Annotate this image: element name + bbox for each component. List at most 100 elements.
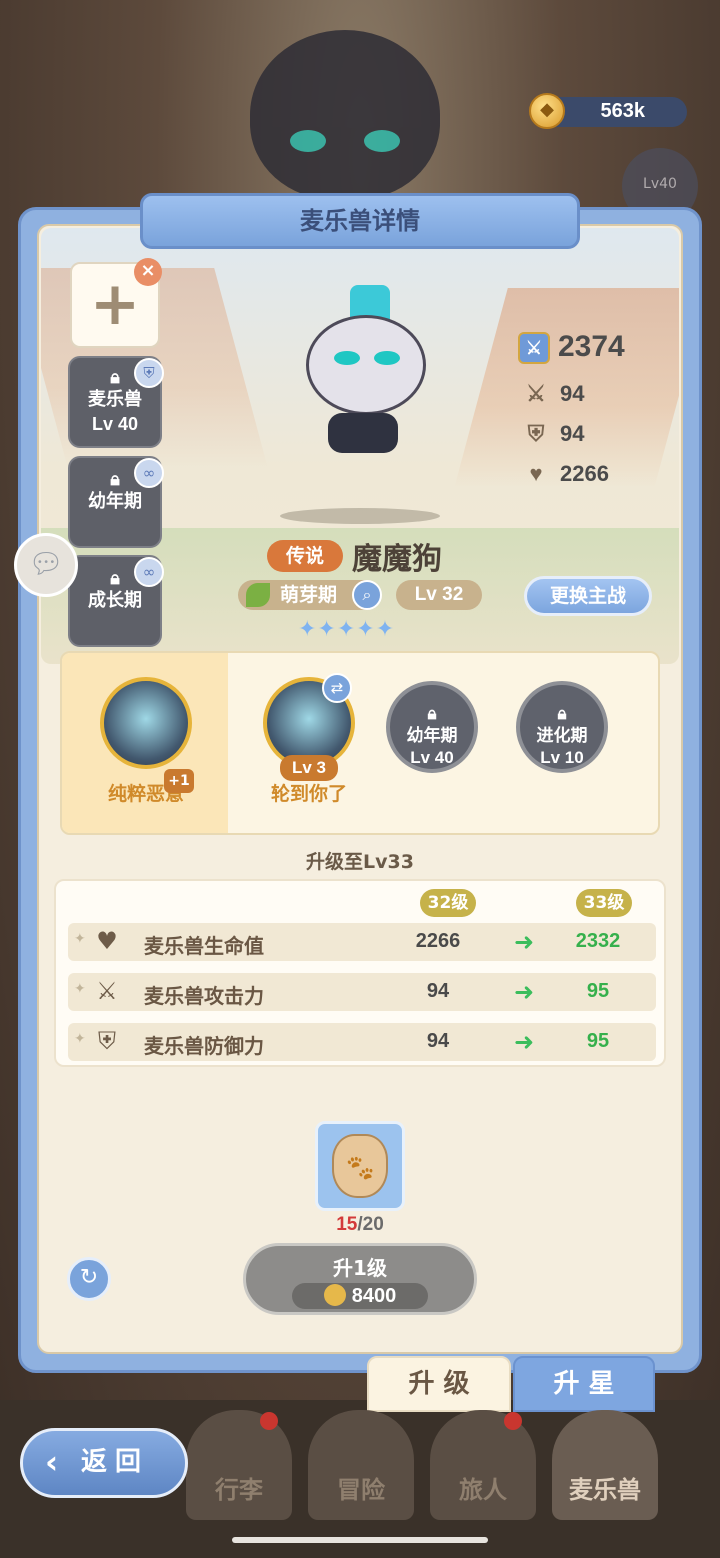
nav-bag-label: 行李	[215, 1476, 263, 1504]
defense-value: 94	[560, 421, 585, 446]
nav-adventure-label: 冒险	[337, 1476, 385, 1504]
paw-bag-icon: 🐾︎	[332, 1134, 388, 1198]
combat-power-value: 2374	[558, 330, 625, 363]
hp-stat: ♥ 2266	[522, 461, 609, 487]
chat-icon[interactable]: 💬︎	[14, 533, 78, 597]
stat-to: 95	[586, 1030, 610, 1052]
shield-icon: ⛨	[98, 1027, 116, 1055]
rarity-badge: 传说	[267, 540, 343, 572]
sparkle-icon: ✦	[74, 1031, 86, 1047]
upgrade-cost-value: 8400	[351, 1285, 397, 1307]
swap-main-button[interactable]: 更换主战	[524, 576, 652, 616]
arrow-right-icon: ➜	[514, 928, 535, 956]
locked-skill-level: Lv 40	[410, 748, 454, 767]
slot-label: 幼年期	[88, 491, 142, 512]
nav-pets[interactable]: 麦乐兽	[552, 1410, 658, 1520]
shield-icon: ⛨	[527, 421, 545, 446]
background-monster	[250, 30, 440, 200]
stat-name: 麦乐兽生命值	[144, 934, 264, 958]
heart-icon: ♥	[96, 927, 118, 955]
home-indicator[interactable]	[232, 1537, 488, 1543]
close-icon[interactable]: ×	[134, 258, 162, 286]
slot-label: 成长期	[88, 590, 142, 611]
skill-plus-badge: +1	[164, 769, 194, 793]
nav-adventure[interactable]: 冒险	[308, 1410, 414, 1520]
coin-amount: 563k	[600, 100, 646, 122]
sparkle-icon: ✦	[74, 981, 86, 997]
from-level-tag: 32级	[420, 889, 476, 917]
back-label: 返回	[81, 1447, 150, 1477]
link-icon: ∞	[134, 458, 164, 488]
tab-upgrade[interactable]: 升 级	[367, 1356, 511, 1412]
item-count: 15/20	[310, 1214, 410, 1236]
pet-name: 魔魔狗	[352, 542, 442, 577]
locked-skill-icon: 🔒︎ 幼年期 Lv 40	[386, 681, 478, 773]
heart-icon: ♥	[529, 461, 543, 486]
locked-skill-level: Lv 10	[540, 748, 584, 767]
hp-value: 2266	[560, 461, 609, 486]
stat-from: 94	[426, 1030, 450, 1052]
slot-label: 麦乐兽	[88, 389, 142, 410]
arrow-right-icon: ➜	[514, 978, 535, 1006]
skill-label: 轮到你了	[270, 783, 347, 805]
item-have: 15	[336, 1214, 358, 1235]
lock-icon: 🔒︎	[427, 704, 437, 724]
skill-locked-evolution[interactable]: 🔒︎ 进化期 Lv 10	[514, 681, 610, 773]
star-rating: ✦✦✦✦✦	[298, 617, 396, 642]
skill-level-badge: Lv 3	[280, 755, 338, 781]
swap-icon[interactable]: ⇄	[322, 673, 352, 703]
skill-your-turn[interactable]: ⇄ Lv 3 轮到你了	[254, 673, 364, 806]
attack-value: 94	[560, 381, 585, 406]
pet-level: Lv 32	[396, 580, 482, 610]
nav-pets-label: 麦乐兽	[569, 1476, 641, 1504]
locked-skill-stage: 幼年期	[406, 726, 458, 746]
locked-skill-stage: 进化期	[536, 726, 588, 746]
table-row: ✦ ⛨ 麦乐兽防御力 94 ➜ 95	[68, 1023, 656, 1061]
pet-shadow	[280, 508, 440, 524]
sparkle-icon: ✦	[74, 931, 86, 947]
food-bag-item[interactable]: 🐾︎	[315, 1121, 405, 1211]
upgrade-stats-table: 32级 33级 ✦ ♥ 麦乐兽生命值 2266 ➜ 2332 ✦ ⚔ 麦乐兽攻击…	[54, 879, 666, 1067]
upgrade-cost: 8400	[292, 1283, 428, 1309]
to-level-tag: 33级	[576, 889, 632, 917]
stat-to: 2332	[575, 930, 621, 952]
skill-row: +1 纯粹恶意 ⇄ Lv 3 轮到你了 🔒︎ 幼年期 Lv 40 🔒︎ 进化期 …	[60, 651, 660, 835]
table-row: ✦ ⚔ 麦乐兽攻击力 94 ➜ 95	[68, 973, 656, 1011]
coin-icon: ◆	[529, 93, 565, 129]
attack-stat: ⚔ 94	[522, 381, 584, 407]
combat-power-icon: ⚔	[518, 332, 550, 365]
nav-traveler-label: 旅人	[459, 1476, 507, 1504]
refresh-icon[interactable]: ↻	[67, 1257, 111, 1301]
chevron-left-icon: ‹	[45, 1443, 59, 1481]
upgrade-button-label: 升1级	[333, 1256, 387, 1280]
arrow-right-icon: ➜	[514, 1028, 535, 1056]
stat-from: 94	[426, 980, 450, 1002]
search-icon[interactable]: ⌕	[352, 580, 382, 610]
stat-from: 2266	[415, 930, 461, 952]
defense-stat: ⛨ 94	[522, 421, 585, 447]
skill-locked-juvenile[interactable]: 🔒︎ 幼年期 Lv 40	[384, 681, 480, 773]
coin-balance[interactable]: ◆ 563k	[529, 93, 687, 129]
locked-feature-label: Lv40	[643, 176, 677, 192]
back-button[interactable]: ‹ 返回	[20, 1428, 188, 1498]
panel-title: 麦乐兽详情	[140, 193, 580, 249]
link-icon: ∞	[134, 557, 164, 587]
upgrade-title: 升级至Lv33	[306, 851, 414, 873]
skill-pure-malice[interactable]: +1 纯粹恶意	[98, 677, 194, 806]
upgrade-one-level-button[interactable]: 升1级 8400	[243, 1243, 477, 1315]
table-row: ✦ ♥ 麦乐兽生命值 2266 ➜ 2332	[68, 923, 656, 961]
stat-name: 麦乐兽攻击力	[144, 984, 264, 1008]
slot-level: Lv 40	[91, 414, 139, 434]
skill-icon	[100, 677, 192, 769]
pet-illustration	[298, 285, 438, 465]
lock-icon: 🔒︎	[557, 704, 567, 724]
leaf-icon	[246, 583, 270, 607]
combat-power: ⚔ 2374	[518, 330, 625, 365]
shield-icon: ⛨	[134, 358, 164, 388]
notification-dot	[260, 1412, 278, 1430]
notification-dot	[504, 1412, 522, 1430]
locked-skill-icon: 🔒︎ 进化期 Lv 10	[516, 681, 608, 773]
tab-star-up[interactable]: 升 星	[513, 1356, 655, 1412]
stat-to: 95	[586, 980, 610, 1002]
swords-icon: ⚔	[526, 381, 546, 406]
